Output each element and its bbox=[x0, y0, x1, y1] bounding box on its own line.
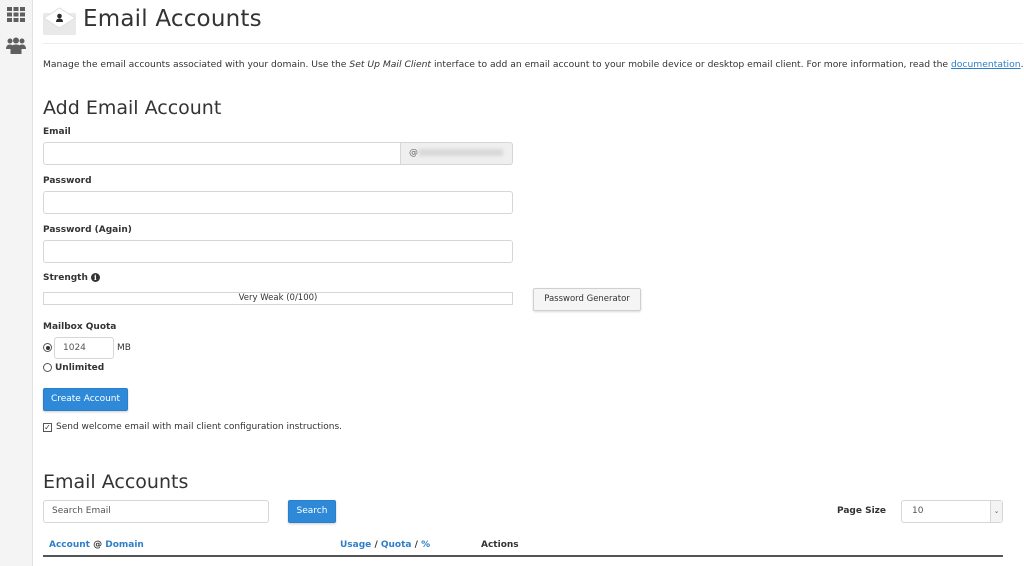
column-header-usage: Usage / Quota / % bbox=[340, 540, 430, 550]
column-header-account-domain: Account @ Domain bbox=[49, 540, 144, 550]
at-separator: @ bbox=[93, 540, 103, 550]
search-button[interactable]: Search bbox=[288, 500, 336, 523]
email-input[interactable] bbox=[43, 142, 401, 165]
quota-unit: MB bbox=[117, 343, 131, 353]
intro-text: Manage the email accounts associated wit… bbox=[43, 59, 1023, 70]
setup-mail-client-emphasis: Set Up Mail Client bbox=[349, 59, 432, 70]
quota-input[interactable]: 1024 bbox=[54, 337, 114, 359]
table-header-divider bbox=[43, 555, 1003, 557]
page-size-value: 10 bbox=[912, 506, 924, 516]
intro-text-part: interface to add an email account to you… bbox=[431, 59, 951, 70]
slash-separator: / bbox=[374, 540, 378, 550]
search-email-input[interactable]: Search Email bbox=[43, 500, 269, 523]
strength-label: Strength bbox=[43, 273, 88, 283]
chevron-down-icon[interactable]: ⌄ bbox=[990, 501, 1002, 522]
create-account-button[interactable]: Create Account bbox=[43, 388, 128, 411]
sort-account-link[interactable]: Account bbox=[49, 540, 90, 550]
domain-addon: @ bbox=[400, 142, 513, 165]
sidebar bbox=[0, 0, 33, 566]
sort-quota-link[interactable]: Quota bbox=[381, 540, 412, 550]
slash-separator: / bbox=[414, 540, 418, 550]
password-again-input[interactable] bbox=[43, 240, 513, 263]
page-size-select[interactable]: 10 ⌄ bbox=[901, 500, 1003, 523]
intro-text-part: Manage the email accounts associated wit… bbox=[43, 59, 350, 70]
strength-text: Very Weak (0/100) bbox=[238, 293, 318, 303]
welcome-email-checkbox[interactable]: ✓ bbox=[43, 423, 52, 432]
header-divider bbox=[43, 43, 1023, 44]
sort-percent-link[interactable]: % bbox=[421, 540, 430, 550]
users-icon[interactable] bbox=[6, 36, 26, 56]
page-size-label: Page Size bbox=[837, 506, 887, 516]
mailbox-quota-label: Mailbox Quota bbox=[43, 322, 117, 332]
redacted-domain bbox=[419, 149, 503, 156]
quota-unlimited-label[interactable]: Unlimited bbox=[55, 363, 104, 373]
apps-grid-icon[interactable] bbox=[6, 5, 26, 25]
email-accounts-heading: Email Accounts bbox=[43, 471, 189, 493]
password-generator-button[interactable]: Password Generator bbox=[533, 288, 641, 311]
page-header: Email Accounts bbox=[43, 6, 1003, 36]
email-label: Email bbox=[43, 127, 71, 137]
page-title: Email Accounts bbox=[83, 6, 262, 32]
intro-text-end: . bbox=[1020, 59, 1024, 70]
strength-label-row: Strength i bbox=[43, 273, 100, 283]
at-sign: @ bbox=[409, 148, 418, 158]
quota-limited-radio[interactable] bbox=[43, 343, 52, 352]
password-label: Password bbox=[43, 176, 92, 186]
sort-domain-link[interactable]: Domain bbox=[105, 540, 144, 550]
quota-unlimited-radio[interactable] bbox=[43, 363, 52, 372]
strength-meter: Very Weak (0/100) bbox=[43, 292, 513, 305]
email-input-group: @ bbox=[43, 142, 513, 165]
add-email-account-heading: Add Email Account bbox=[43, 97, 222, 119]
column-header-actions: Actions bbox=[481, 540, 519, 550]
password-again-label: Password (Again) bbox=[43, 225, 132, 235]
welcome-email-label[interactable]: Send welcome email with mail client conf… bbox=[56, 422, 342, 432]
documentation-link[interactable]: documentation bbox=[951, 59, 1021, 70]
info-icon[interactable]: i bbox=[90, 273, 100, 282]
password-input[interactable] bbox=[43, 191, 513, 214]
email-envelope-icon bbox=[43, 7, 76, 35]
sort-usage-link[interactable]: Usage bbox=[340, 540, 371, 550]
